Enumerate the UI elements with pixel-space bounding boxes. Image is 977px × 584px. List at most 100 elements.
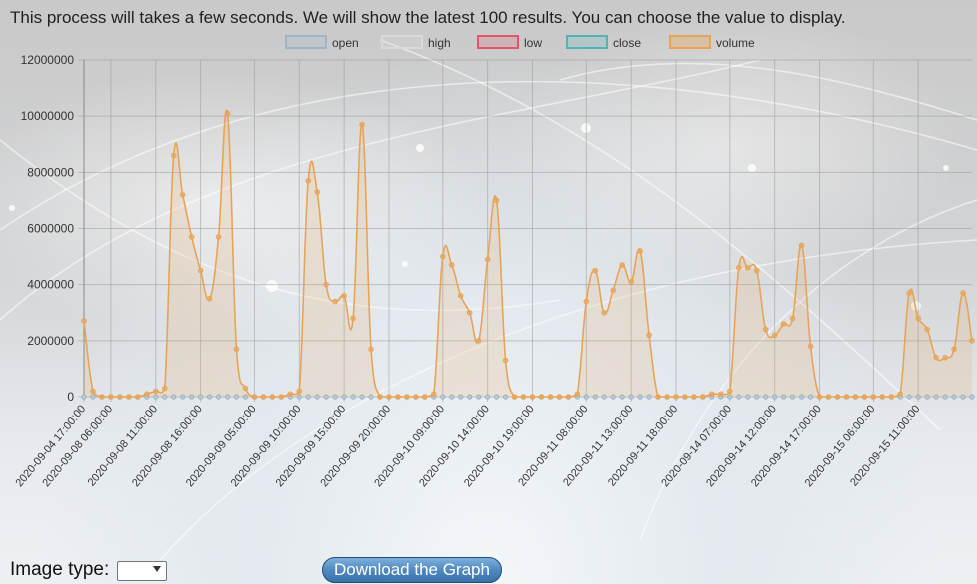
- data-point: [314, 189, 321, 195]
- data-point: [888, 394, 895, 400]
- data-point: [233, 346, 240, 353]
- data-point: [377, 394, 383, 400]
- y-tick-label: 0: [67, 390, 74, 404]
- data-point: [709, 391, 715, 397]
- data-point: [637, 248, 643, 254]
- y-tick-label: 6000000: [27, 222, 74, 236]
- y-tick-label: 8000000: [27, 165, 74, 179]
- data-point: [493, 197, 500, 204]
- data-point: [511, 394, 518, 400]
- data-point: [924, 326, 930, 333]
- image-type-label: Image type:: [10, 559, 110, 580]
- data-point: [789, 315, 796, 322]
- data-point: [332, 298, 338, 305]
- data-point: [188, 234, 195, 240]
- data-point: [395, 394, 401, 400]
- legend-label: close: [613, 36, 641, 50]
- data-point: [619, 262, 625, 268]
- data-point: [565, 394, 572, 400]
- data-point: [547, 394, 554, 400]
- data-point: [700, 394, 706, 400]
- data-point: [206, 295, 213, 302]
- data-point: [108, 394, 114, 400]
- data-point: [475, 338, 482, 344]
- data-point: [296, 388, 303, 395]
- data-point: [197, 267, 204, 274]
- data-point: [816, 394, 823, 400]
- data-point: [807, 343, 814, 350]
- data-point: [673, 394, 679, 400]
- legend-swatch: [381, 35, 423, 49]
- data-point: [727, 388, 733, 395]
- legend-swatch: [477, 35, 519, 49]
- data-point: [251, 394, 258, 400]
- data-point: [762, 326, 769, 333]
- data-point: [520, 394, 527, 400]
- legend-swatch: [285, 35, 327, 49]
- data-point: [269, 394, 276, 400]
- data-point: [260, 394, 267, 400]
- data-point: [359, 121, 365, 128]
- data-point: [350, 315, 356, 322]
- data-point: [126, 394, 132, 400]
- data-point: [341, 293, 347, 299]
- data-point: [287, 391, 294, 397]
- data-point: [422, 394, 428, 400]
- data-point: [798, 242, 805, 249]
- data-point: [466, 309, 473, 316]
- data-point: [960, 290, 966, 296]
- data-point: [439, 253, 446, 260]
- data-point: [117, 394, 123, 400]
- data-point: [780, 321, 787, 327]
- data-point: [413, 394, 419, 400]
- data-point: [215, 234, 222, 240]
- data-point: [906, 290, 913, 296]
- data-point: [143, 391, 150, 397]
- data-point: [691, 394, 697, 400]
- data-point: [744, 265, 751, 271]
- data-point: [969, 338, 975, 344]
- data-point: [224, 110, 231, 117]
- data-point: [718, 391, 724, 397]
- data-point: [431, 391, 437, 397]
- legend-swatch: [566, 35, 608, 49]
- data-point: [655, 394, 661, 400]
- chart-legend: open high low close volume: [285, 35, 755, 50]
- image-type-select[interactable]: [117, 561, 167, 581]
- data-point: [161, 385, 168, 392]
- data-point: [538, 394, 545, 400]
- y-tick-label: 2000000: [27, 334, 74, 348]
- data-point: [951, 346, 957, 353]
- chevron-down-icon: [153, 566, 161, 572]
- data-point: [682, 394, 688, 400]
- data-point: [942, 354, 948, 361]
- data-point: [484, 256, 491, 263]
- data-point: [305, 177, 312, 184]
- data-point: [861, 394, 868, 400]
- data-point: [933, 354, 939, 361]
- legend-label: high: [428, 36, 451, 50]
- data-point: [646, 332, 652, 339]
- y-tick-label: 10000000: [21, 109, 75, 123]
- data-point: [574, 391, 581, 397]
- data-point: [628, 279, 634, 285]
- data-point: [771, 332, 778, 339]
- data-point: [583, 298, 590, 305]
- data-point: [915, 315, 921, 322]
- data-point: [664, 394, 670, 400]
- data-point: [556, 394, 563, 400]
- download-graph-button[interactable]: Download the Graph: [322, 557, 502, 583]
- data-point: [135, 394, 141, 400]
- data-point: [897, 391, 904, 397]
- data-point: [179, 192, 186, 198]
- data-point: [735, 265, 742, 271]
- legend-label: volume: [716, 36, 755, 50]
- data-point: [601, 309, 608, 316]
- data-point: [368, 346, 374, 353]
- chart-series: [81, 109, 975, 400]
- data-point: [278, 394, 285, 400]
- y-tick-label: 4000000: [27, 278, 74, 292]
- x-axis: 2020-09-04 17:00:002020-09-08 06:00:0020…: [13, 403, 922, 489]
- volume-chart: 0 2000000 4000000 6000000 8000000 10000000 120…: [13, 35, 975, 489]
- data-point: [323, 281, 329, 288]
